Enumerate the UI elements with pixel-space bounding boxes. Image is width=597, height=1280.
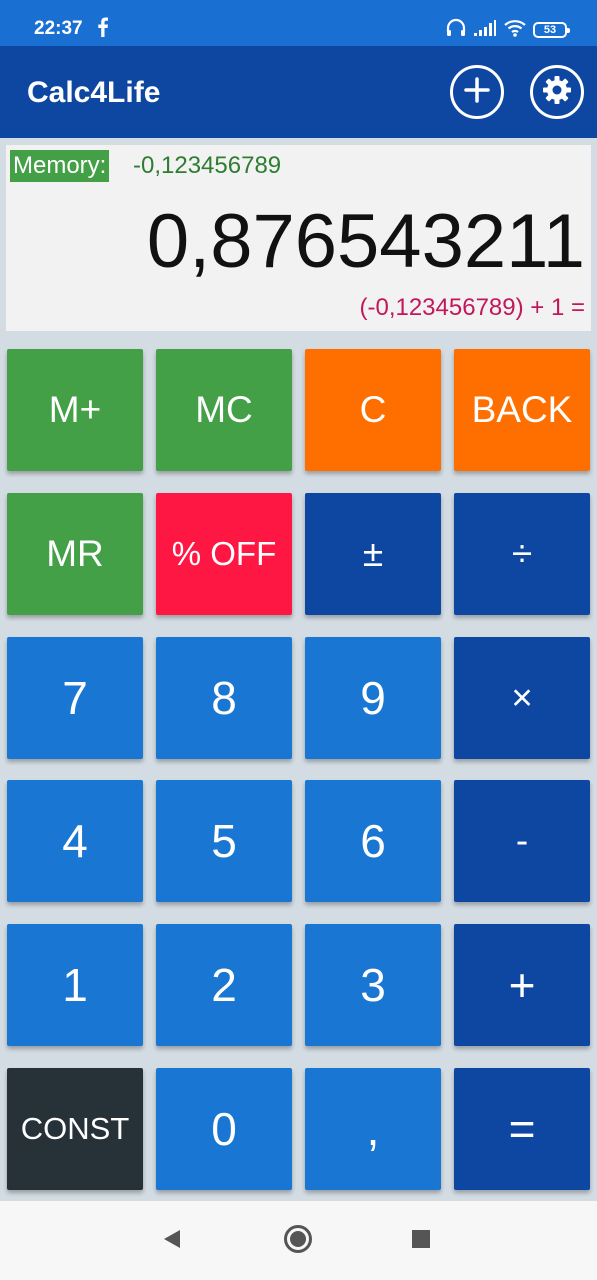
nav-recents-button[interactable]	[405, 1225, 437, 1257]
battery-icon: 53	[533, 22, 570, 38]
digit-4-button[interactable]: 4	[7, 780, 143, 902]
app-title: Calc4Life	[27, 76, 161, 109]
subtract-button[interactable]: -	[454, 780, 590, 902]
digit-8-button[interactable]: 8	[156, 637, 292, 759]
headphones-icon	[445, 18, 467, 43]
recents-square-icon	[410, 1228, 432, 1255]
equals-button[interactable]: =	[454, 1068, 590, 1190]
status-bar: 22:37 53	[0, 0, 597, 46]
decimal-comma-button[interactable]: ,	[305, 1068, 441, 1190]
digit-0-button[interactable]: 0	[156, 1068, 292, 1190]
memory-value: -0,123456789	[133, 152, 282, 179]
plus-minus-button[interactable]: ±	[305, 493, 441, 615]
multiply-button[interactable]: ×	[454, 637, 590, 759]
clear-button[interactable]: C	[305, 349, 441, 471]
back-triangle-icon	[161, 1227, 183, 1256]
digit-1-button[interactable]: 1	[7, 924, 143, 1046]
add-circle-icon	[462, 75, 492, 110]
digit-3-button[interactable]: 3	[305, 924, 441, 1046]
add-button[interactable]: +	[454, 924, 590, 1046]
divide-button[interactable]: ÷	[454, 493, 590, 615]
gear-icon	[542, 75, 572, 110]
status-icons: 53	[445, 18, 570, 43]
home-circle-icon	[282, 1223, 314, 1260]
constants-button[interactable]: CONST	[7, 1068, 143, 1190]
backspace-button[interactable]: BACK	[454, 349, 590, 471]
settings-button[interactable]	[530, 65, 584, 119]
system-nav-bar	[0, 1201, 597, 1280]
memory-clear-button[interactable]: MC	[156, 349, 292, 471]
memory-add-button[interactable]: M+	[7, 349, 143, 471]
digit-7-button[interactable]: 7	[7, 637, 143, 759]
digit-6-button[interactable]: 6	[305, 780, 441, 902]
wifi-icon	[503, 19, 527, 42]
digit-9-button[interactable]: 9	[305, 637, 441, 759]
nav-home-button[interactable]	[282, 1223, 314, 1260]
memory-label: Memory:	[10, 150, 110, 182]
facebook-icon	[94, 17, 112, 37]
nav-back-button[interactable]	[156, 1225, 188, 1257]
percent-off-button[interactable]: % OFF	[156, 493, 292, 615]
expression-text: (-0,123456789) + 1 =	[359, 294, 585, 321]
add-circle-button[interactable]	[450, 65, 504, 119]
app-bar: Calc4Life	[0, 46, 597, 138]
signal-icon	[473, 19, 497, 42]
digit-5-button[interactable]: 5	[156, 780, 292, 902]
result-value: 0,876543211	[146, 199, 585, 284]
status-time: 22:37	[34, 18, 83, 39]
digit-2-button[interactable]: 2	[156, 924, 292, 1046]
calculator-display: Memory: -0,123456789 0,876543211 (-0,123…	[6, 145, 591, 331]
memory-recall-button[interactable]: MR	[7, 493, 143, 615]
